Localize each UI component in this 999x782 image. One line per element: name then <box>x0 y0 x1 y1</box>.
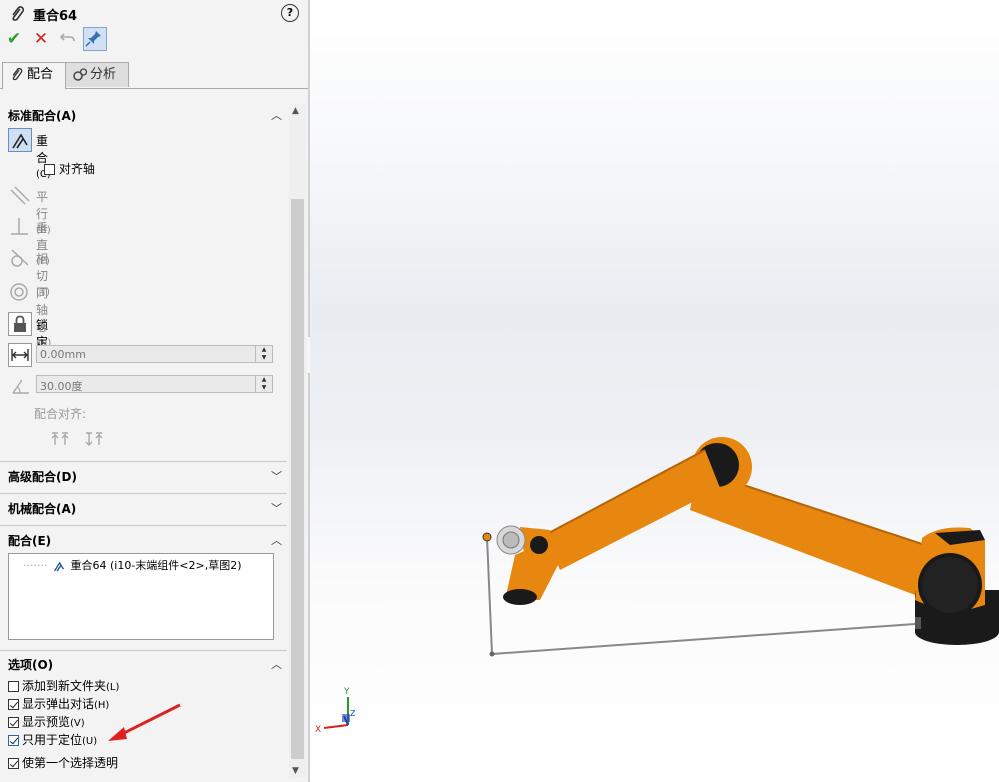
chevron-up-icon[interactable]: ︿ <box>271 532 282 548</box>
sketch-point-selected <box>482 532 492 542</box>
tab-label: 配合 <box>27 67 54 82</box>
option-first-transparent[interactable]: 使第一个选择透明 <box>8 754 118 771</box>
title-row: 重合64 ? <box>0 0 308 28</box>
scroll-down-arrow-icon[interactable]: ▼ <box>292 766 299 776</box>
annotation-arrow <box>108 703 181 741</box>
tab-analysis[interactable]: 分析 <box>65 62 129 87</box>
tangent-icon <box>8 246 32 270</box>
anti-aligned-icon[interactable] <box>83 428 105 451</box>
option-label: 显示弹出对话 <box>22 697 95 711</box>
angle-value: 30.00度 <box>40 380 83 393</box>
checkbox[interactable] <box>8 758 19 769</box>
tab-mates[interactable]: 配合 <box>2 62 66 89</box>
options-heading[interactable]: 选项(O) <box>8 656 53 673</box>
pin-button[interactable] <box>83 27 107 51</box>
angle-icon[interactable] <box>10 376 32 399</box>
sketch-point <box>489 651 495 657</box>
angle-spinner[interactable]: ▲ ▼ <box>255 376 272 392</box>
mates-list[interactable]: ······· 重合64 (i10-末端组件<2>,草图2) <box>8 553 274 640</box>
checkbox[interactable] <box>8 717 19 728</box>
chevron-down-icon[interactable]: ﹀ <box>271 468 282 484</box>
z-axis-label: Z <box>350 709 356 718</box>
distance-icon[interactable] <box>8 343 32 367</box>
action-toolbar: ✔ ✕ <box>0 27 308 54</box>
option-label: 使第一个选择透明 <box>22 756 119 770</box>
x-axis-label: X <box>315 725 321 735</box>
advanced-mates-heading[interactable]: 高级配合(D) <box>8 468 77 485</box>
tab-label: 分析 <box>90 67 117 82</box>
angle-input[interactable]: 30.00度 ▲ ▼ <box>36 375 273 393</box>
panel-scrollbar[interactable]: ▲ ▼ <box>289 104 306 778</box>
parallel-icon <box>8 184 32 208</box>
distance-value: 0.00mm <box>40 348 86 361</box>
section-divider <box>0 461 287 462</box>
coincident-icon <box>8 128 32 152</box>
undo-icon <box>59 33 75 42</box>
chevron-down-icon[interactable]: ﹀ <box>271 500 282 516</box>
section-divider <box>0 525 287 526</box>
distance-spinner[interactable]: ▲ ▼ <box>255 346 272 362</box>
mate-entry-label: 重合64 (i10-末端组件<2>,草图2) <box>70 559 242 572</box>
ok-button[interactable]: ✔ <box>3 28 25 50</box>
paperclip-icon <box>9 67 24 91</box>
option-show-preview[interactable]: 显示预览(V) <box>8 713 85 730</box>
mates-heading[interactable]: 配合(E) <box>8 532 51 549</box>
section-divider <box>0 493 287 494</box>
lock-icon <box>8 312 32 336</box>
cancel-button[interactable]: ✕ <box>30 28 52 50</box>
scroll-up-arrow-icon[interactable]: ▲ <box>292 106 299 116</box>
option-label: 显示预览 <box>22 715 71 729</box>
page-title: 重合64 <box>33 9 78 24</box>
option-key: (U) <box>82 736 98 747</box>
option-key: (L) <box>106 682 120 693</box>
undo-button[interactable] <box>57 28 79 50</box>
aligned-icon[interactable] <box>49 428 71 451</box>
property-manager-panel: 重合64 ? ✔ ✕ 配合 分析 ▲ ▼ 标准配合(A) ︿ 重合 对齐轴 平行… <box>0 0 308 782</box>
help-icon[interactable]: ? <box>281 4 299 22</box>
checkbox[interactable] <box>8 735 19 746</box>
option-label: 只用于定位 <box>22 733 83 747</box>
align-axis-checkbox[interactable] <box>44 164 55 175</box>
align-axis-label: 对齐轴 <box>58 162 95 176</box>
distance-input[interactable]: 0.00mm ▲ ▼ <box>36 345 273 363</box>
coincident-icon <box>53 561 64 572</box>
option-show-popup[interactable]: 显示弹出对话(H) <box>8 695 109 712</box>
option-positioning-only[interactable]: 只用于定位(U) <box>8 731 97 748</box>
mechanical-mates-heading[interactable]: 机械配合(A) <box>8 500 76 517</box>
option-add-to-folder[interactable]: 添加到新文件夹(L) <box>8 677 119 694</box>
perpendicular-icon <box>8 215 32 239</box>
section-divider <box>0 650 287 651</box>
align-axis-option[interactable]: 对齐轴 <box>44 160 95 177</box>
robot-arm-model[interactable]: Y X Z <box>310 0 999 782</box>
option-key: (V) <box>70 718 85 729</box>
chevron-up-icon[interactable]: ︿ <box>271 107 282 123</box>
mate-alignment-label: 配合对齐: <box>34 407 87 421</box>
option-label: 添加到新文件夹 <box>22 679 107 693</box>
concentric-icon <box>8 280 32 304</box>
list-item[interactable]: ······· 重合64 (i10-末端组件<2>,草图2) <box>23 557 242 573</box>
checkbox[interactable] <box>8 681 19 692</box>
gears-icon <box>72 67 88 92</box>
y-axis-label: Y <box>343 687 350 697</box>
standard-mates-heading[interactable]: 标准配合(A) <box>8 107 76 124</box>
pushpin-icon <box>85 31 101 47</box>
graphics-viewport[interactable]: Y X Z <box>310 0 999 782</box>
tab-bar: 配合 分析 <box>0 62 308 89</box>
paperclip-icon <box>8 5 26 26</box>
chevron-up-icon[interactable]: ︿ <box>271 656 282 672</box>
scrollbar-thumb[interactable] <box>291 199 304 759</box>
checkbox[interactable] <box>8 699 19 710</box>
coordinate-triad: Y X Z <box>315 687 356 735</box>
